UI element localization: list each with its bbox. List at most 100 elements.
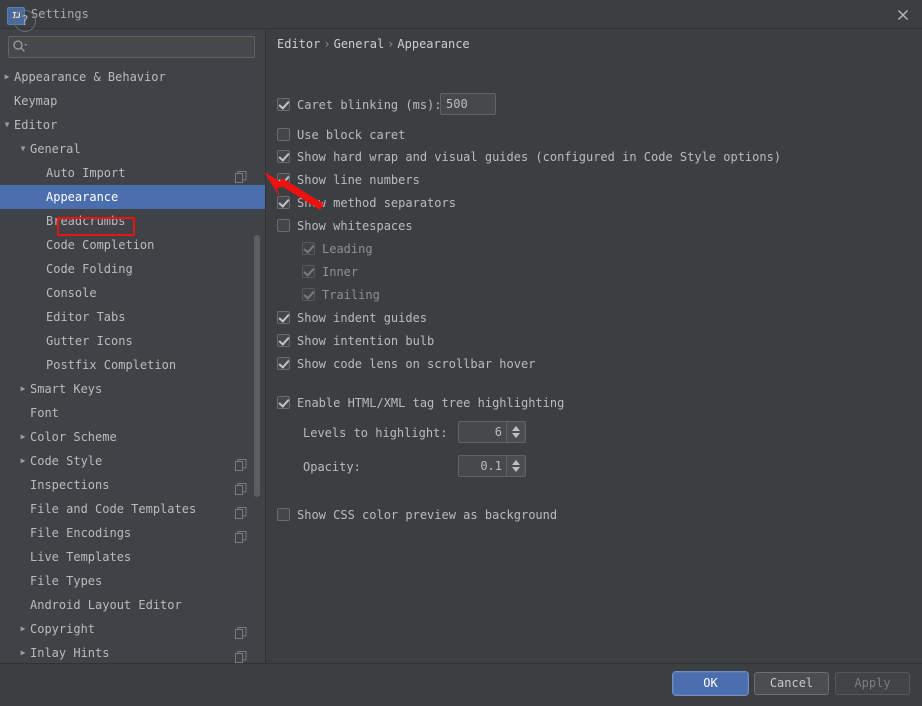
sidebar-item-editor[interactable]: ▼ Editor	[0, 113, 265, 137]
chevron-right-icon[interactable]: ▶	[16, 617, 30, 641]
sidebar-item-label: Breadcrumbs	[46, 214, 126, 228]
sidebar-item-code-completion[interactable]: Code Completion	[0, 233, 265, 257]
sidebar-item-auto-import[interactable]: Auto Import	[0, 161, 265, 185]
cancel-button[interactable]: Cancel	[754, 672, 829, 695]
breadcrumb-part-appearance: Appearance	[397, 37, 470, 51]
checkbox-show-indent-guides[interactable]	[277, 311, 290, 324]
caret-blinking-input[interactable]: 500	[440, 93, 496, 115]
checkbox-show-intention-bulb[interactable]	[277, 334, 290, 347]
sidebar-item-label: Appearance	[46, 190, 119, 204]
checkbox-label: Show hard wrap and visual guides (config…	[297, 150, 782, 164]
levels-to-highlight-value[interactable]: 6	[459, 422, 507, 442]
chevron-down-icon[interactable]: ▼	[16, 137, 30, 161]
sidebar-item-breadcrumbs[interactable]: Breadcrumbs	[0, 209, 265, 233]
sidebar-item-general[interactable]: ▼ General	[0, 137, 265, 161]
ok-button[interactable]: OK	[672, 671, 749, 696]
sidebar-item-label: Inspections	[30, 478, 110, 492]
sidebar-item-label: Copyright	[30, 622, 96, 636]
chevron-right-icon[interactable]: ▶	[16, 425, 30, 449]
chevron-down-icon[interactable]	[512, 433, 520, 438]
sidebar-scrollbar-thumb[interactable]	[254, 235, 260, 497]
checkbox-show-css-color-preview-as-background[interactable]	[277, 508, 290, 521]
sidebar-item-label: Appearance & Behavior	[14, 70, 166, 84]
opacity-label: Opacity:	[303, 460, 361, 474]
sidebar-item-editor-tabs[interactable]: Editor Tabs	[0, 305, 265, 329]
window-title: Settings	[31, 7, 89, 21]
copy-settings-icon[interactable]	[235, 647, 247, 663]
sidebar-item-postfix-completion[interactable]: Postfix Completion	[0, 353, 265, 377]
chevron-right-icon[interactable]: ▶	[16, 641, 30, 663]
sidebar-item-appearance[interactable]: Appearance	[0, 185, 265, 209]
checkbox-label: Show code lens on scrollbar hover	[297, 357, 536, 371]
checkbox-show-line-numbers[interactable]	[277, 173, 290, 186]
sidebar-item-label: File and Code Templates	[30, 502, 197, 516]
sidebar-item-label: Inlay Hints	[30, 646, 110, 660]
copy-settings-icon[interactable]	[235, 167, 247, 183]
checkbox-caret-blinking-ms[interactable]	[277, 98, 290, 111]
close-icon[interactable]	[892, 4, 914, 26]
sidebar-item-android-layout-editor[interactable]: Android Layout Editor	[0, 593, 265, 617]
sidebar-item-label: File Encodings	[30, 526, 132, 540]
checkbox-show-code-lens-on-scrollbar-hover[interactable]	[277, 357, 290, 370]
opacity-stepper[interactable]	[506, 456, 525, 476]
search-input[interactable]	[8, 36, 255, 58]
settings-tree[interactable]: ▶ Appearance & Behavior Keymap ▼ Editor ▼ Gene…	[0, 65, 265, 663]
copy-settings-icon[interactable]	[235, 623, 247, 639]
sidebar-item-smart-keys[interactable]: ▶ Smart Keys	[0, 377, 265, 401]
chevron-right-icon[interactable]: ▶	[16, 377, 30, 401]
copy-settings-icon[interactable]	[235, 527, 247, 543]
checkbox-use-block-caret[interactable]	[277, 128, 290, 141]
checkbox-label: Trailing	[322, 288, 380, 302]
checkbox-show-hard-wrap-and-visual-guides-configured-[interactable]	[277, 150, 290, 163]
copy-settings-icon[interactable]	[235, 455, 247, 471]
checkbox-trailing	[302, 288, 315, 301]
opacity-value[interactable]: 0.1	[459, 456, 507, 476]
apply-button[interactable]: Apply	[835, 672, 910, 695]
checkbox-show-whitespaces[interactable]	[277, 219, 290, 232]
sidebar-item-inlay-hints[interactable]: ▶ Inlay Hints	[0, 641, 265, 663]
breadcrumb-separator: ›	[387, 37, 395, 51]
sidebar-item-live-templates[interactable]: Live Templates	[0, 545, 265, 569]
opacity-spinner[interactable]: 0.1	[458, 455, 526, 477]
sidebar-item-label: Smart Keys	[30, 382, 103, 396]
chevron-down-icon[interactable]	[512, 467, 520, 472]
sidebar-item-console[interactable]: Console	[0, 281, 265, 305]
sidebar-item-code-style[interactable]: ▶ Code Style	[0, 449, 265, 473]
chevron-right-icon[interactable]: ▶	[16, 449, 30, 473]
copy-settings-icon[interactable]	[235, 503, 247, 519]
sidebar-item-font[interactable]: Font	[0, 401, 265, 425]
sidebar-item-label: Auto Import	[46, 166, 126, 180]
search-field[interactable]	[8, 36, 255, 58]
chevron-down-icon[interactable]: ▼	[0, 113, 14, 137]
sidebar-item-file-encodings[interactable]: File Encodings	[0, 521, 265, 545]
checkbox-label: Show indent guides	[297, 311, 428, 325]
checkbox-label: Show CSS color preview as background	[297, 508, 558, 522]
sidebar-item-color-scheme[interactable]: ▶ Color Scheme	[0, 425, 265, 449]
help-button[interactable]: ?	[14, 10, 36, 32]
sidebar-scrollbar[interactable]	[254, 65, 263, 663]
settings-sidebar: ▶ Appearance & Behavior Keymap ▼ Editor ▼ Gene…	[0, 29, 265, 663]
chevron-up-icon[interactable]	[512, 426, 520, 431]
breadcrumb-part-general: General	[333, 37, 385, 51]
sidebar-item-file-types[interactable]: File Types	[0, 569, 265, 593]
copy-settings-icon[interactable]	[235, 479, 247, 495]
levels-to-highlight-spinner[interactable]: 6	[458, 421, 526, 443]
checkbox-enable-html-xml-tag-tree-highlighting[interactable]	[277, 396, 290, 409]
sidebar-item-label: Editor	[14, 118, 58, 132]
sidebar-item-gutter-icons[interactable]: Gutter Icons	[0, 329, 265, 353]
sidebar-item-appearance-behavior[interactable]: ▶ Appearance & Behavior	[0, 65, 265, 89]
breadcrumb: Editor › General › Appearance	[277, 37, 470, 51]
sidebar-item-label: Postfix Completion	[46, 358, 177, 372]
sidebar-item-file-and-code-templates[interactable]: File and Code Templates	[0, 497, 265, 521]
sidebar-item-keymap[interactable]: Keymap	[0, 89, 265, 113]
sidebar-item-inspections[interactable]: Inspections	[0, 473, 265, 497]
chevron-right-icon[interactable]: ▶	[0, 65, 14, 89]
sidebar-item-copyright[interactable]: ▶ Copyright	[0, 617, 265, 641]
levels-to-highlight-stepper[interactable]	[506, 422, 525, 442]
sidebar-item-label: Code Style	[30, 454, 103, 468]
sidebar-item-code-folding[interactable]: Code Folding	[0, 257, 265, 281]
checkbox-show-method-separators[interactable]	[277, 196, 290, 209]
chevron-up-icon[interactable]	[512, 460, 520, 465]
checkbox-label: Enable HTML/XML tag tree highlighting	[297, 396, 565, 410]
search-icon[interactable]	[12, 39, 28, 54]
